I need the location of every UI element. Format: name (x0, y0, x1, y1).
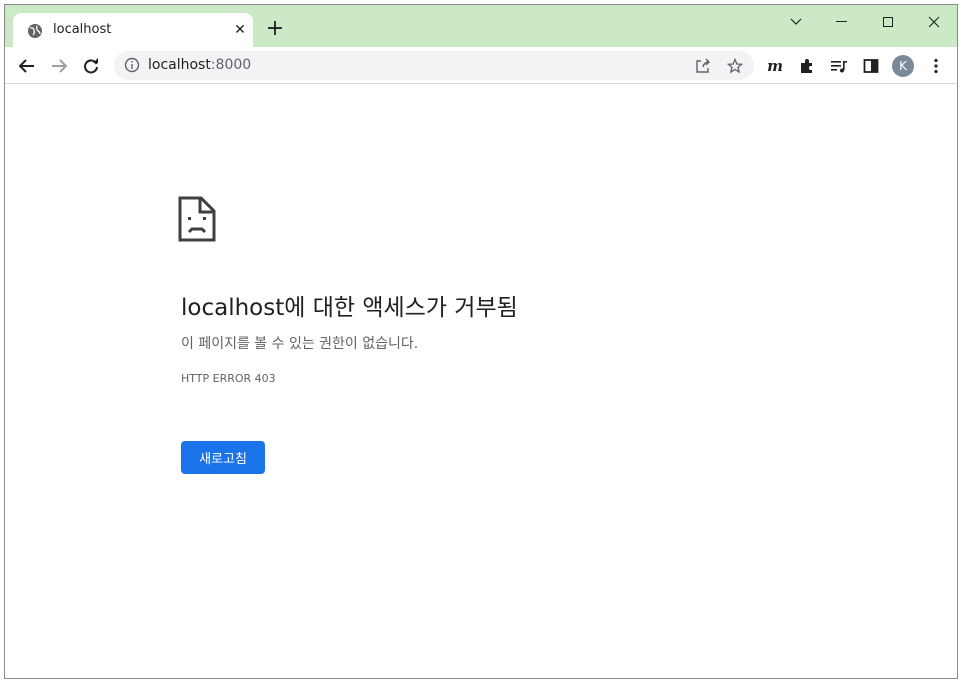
url-text: localhost:8000 (148, 57, 251, 73)
error-title-host: localhost (181, 295, 285, 321)
sad-page-icon (178, 196, 216, 242)
star-icon[interactable] (725, 56, 745, 76)
m-extension-icon[interactable]: m (765, 56, 785, 76)
url-host: localhost (148, 57, 211, 73)
media-icon[interactable] (829, 56, 849, 76)
sidepanel-icon[interactable] (861, 56, 881, 76)
forward-icon[interactable] (46, 53, 72, 79)
error-subtitle: 이 페이지를 볼 수 있는 권한이 없습니다. (181, 336, 419, 352)
avatar[interactable]: K (892, 55, 914, 77)
close-icon[interactable]: ✕ (231, 21, 249, 39)
reload-icon[interactable] (78, 53, 104, 79)
url-port: :8000 (210, 57, 252, 73)
plus-icon[interactable]: + (263, 18, 287, 42)
share-icon[interactable] (693, 56, 713, 76)
info-icon[interactable] (124, 57, 140, 73)
error-code: HTTP ERROR 403 (181, 372, 276, 385)
back-icon[interactable] (14, 53, 40, 79)
error-title-rest: 에 대한 액세스가 거부됨 (284, 295, 518, 321)
toolbar: localhost:8000 m K (5, 47, 957, 84)
minimize-icon[interactable] (819, 11, 865, 33)
error-title: localhost에 대한 액세스가 거부됨 (181, 288, 518, 322)
tab-title: localhost (53, 22, 112, 37)
kebab-menu-icon[interactable] (927, 56, 945, 76)
window-close-icon[interactable] (911, 11, 957, 33)
puzzle-icon[interactable] (797, 56, 817, 76)
title-bar: localhost ✕ + (5, 5, 957, 49)
reload-button[interactable]: 새로고침 (181, 441, 265, 474)
maximize-icon[interactable] (865, 11, 911, 33)
tab-localhost[interactable]: localhost ✕ (13, 13, 253, 49)
page-content: localhost에 대한 액세스가 거부됨 이 페이지를 볼 수 있는 권한이… (5, 85, 957, 678)
chevron-down-icon[interactable] (773, 11, 819, 33)
address-bar[interactable]: localhost:8000 (114, 51, 754, 80)
globe-icon (28, 24, 42, 38)
browser-window: localhost ✕ + localhost:8000 m K localho… (4, 4, 958, 679)
